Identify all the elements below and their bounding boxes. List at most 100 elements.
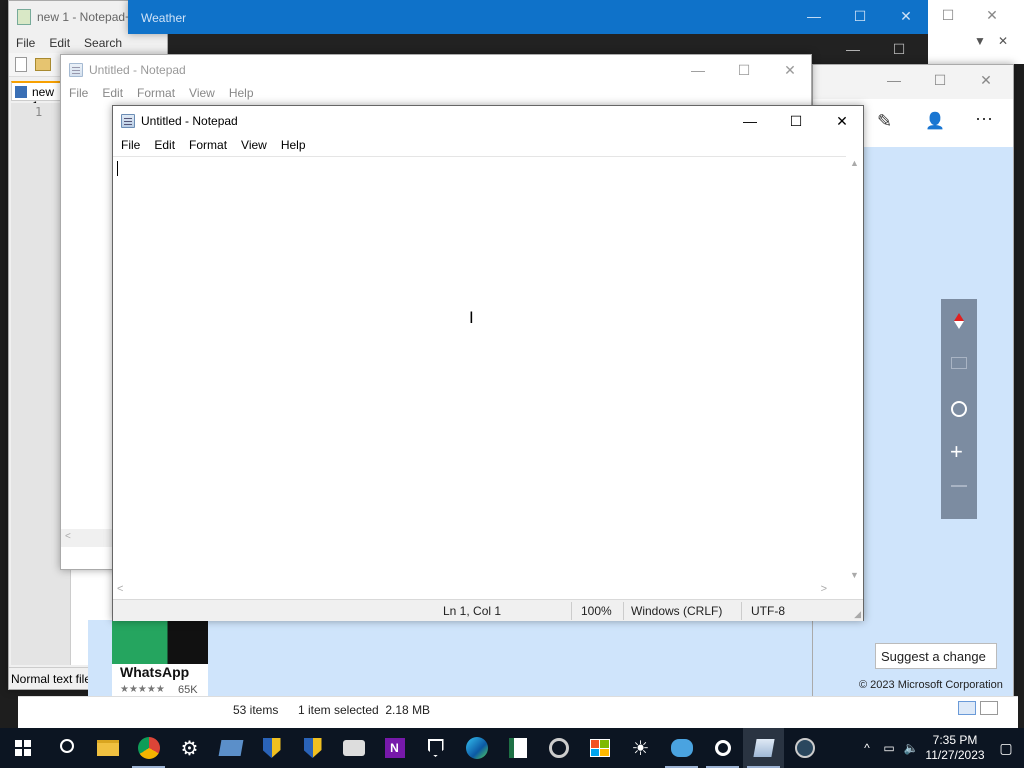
taskbar-edge[interactable] — [456, 728, 497, 768]
status-encoding: UTF-8 — [751, 604, 785, 618]
windows-logo-icon — [15, 740, 31, 756]
taskbar-sun[interactable]: ☀ — [620, 728, 661, 768]
notepad-hscroll[interactable]: < > — [113, 582, 847, 599]
notepad-back-menu-edit[interactable]: Edit — [95, 86, 130, 100]
taskbar-onenote[interactable]: N — [374, 728, 415, 768]
shield-icon — [303, 738, 322, 758]
zoom-out-icon[interactable] — [951, 485, 967, 487]
new-file-icon[interactable] — [15, 57, 27, 72]
chevron-up-icon[interactable]: ^ — [856, 741, 878, 755]
notepad-minimize-button[interactable]: — — [727, 106, 773, 136]
resize-grip-icon[interactable]: ◢ — [854, 609, 861, 620]
notification-icon[interactable]: ▢ — [988, 740, 1024, 757]
details-view-icon[interactable] — [958, 701, 976, 715]
compass-icon[interactable] — [954, 313, 964, 329]
notepad-back-menu-format[interactable]: Format — [130, 86, 182, 100]
grid-icon[interactable] — [951, 357, 967, 369]
photo-minimize-button[interactable]: — — [830, 34, 876, 64]
scroll-left-icon[interactable]: < — [117, 583, 123, 595]
zoom-in-icon[interactable]: + — [950, 439, 963, 465]
notepadpp-menu-edit[interactable]: Edit — [42, 36, 77, 50]
edge-icon — [465, 737, 488, 759]
taskbar-sheets[interactable] — [497, 728, 538, 768]
maps-titlebar[interactable]: — ☐ ✕ — [813, 65, 1013, 99]
notepad-back-menubar: File Edit Format View Help — [61, 83, 811, 103]
taskbar-record[interactable] — [538, 728, 579, 768]
outer-close-button[interactable]: ✕ — [972, 0, 1012, 30]
taskbar-settings[interactable]: ⚙ — [169, 728, 210, 768]
notepad-icon — [69, 63, 83, 77]
maps-close-button[interactable]: ✕ — [963, 65, 1009, 95]
notepad-menu-format[interactable]: Format — [182, 138, 234, 152]
taskbar-weather[interactable] — [661, 728, 702, 768]
app-name[interactable]: WhatsApp — [120, 664, 189, 680]
network-icon[interactable]: ▭ — [878, 741, 900, 755]
notepadpp-status-text: Normal text file — [11, 672, 92, 686]
taskbar-notepad[interactable] — [743, 728, 784, 768]
notepad-back-close-button[interactable]: ✕ — [767, 55, 813, 85]
explorer-item-count: 53 items — [233, 703, 279, 717]
weather-maximize-button[interactable]: ☐ — [837, 1, 883, 31]
locate-icon[interactable] — [951, 401, 967, 417]
taskbar-shield-2[interactable] — [292, 728, 333, 768]
taskbar-webcam[interactable] — [702, 728, 743, 768]
app-thumbnail[interactable] — [112, 620, 208, 664]
volume-icon[interactable]: 🔈 — [900, 741, 922, 755]
notepad-back-minimize-button[interactable]: — — [675, 55, 721, 85]
scroll-down-icon[interactable]: ▼ — [850, 570, 859, 580]
close-icon[interactable]: ✕ — [998, 34, 1008, 48]
taskbar: ⚙ N ☀ ^ ▭ 🔈 7:35 PM 11/27/2023 ▢ — [0, 728, 1024, 768]
gear-icon: ⚙ — [180, 737, 199, 760]
search-icon — [59, 739, 74, 753]
more-icon[interactable]: ⋯ — [975, 109, 993, 130]
notepadpp-menu-search[interactable]: Search — [77, 36, 129, 50]
start-button[interactable] — [0, 728, 46, 768]
taskbar-store[interactable] — [579, 728, 620, 768]
notepad-back-menu-help[interactable]: Help — [222, 86, 261, 100]
maps-minimize-button[interactable]: — — [871, 65, 917, 95]
taskbar-chrome[interactable] — [128, 728, 169, 768]
notepad-menu-view[interactable]: View — [234, 138, 274, 152]
maps-maximize-button[interactable]: ☐ — [917, 65, 963, 95]
notepad-icon — [752, 739, 775, 757]
notepad-close-button[interactable]: ✕ — [819, 106, 865, 136]
weather-close-button[interactable]: ✕ — [883, 1, 929, 31]
notepad-menu-file[interactable]: File — [114, 138, 147, 152]
notepad-vscroll[interactable]: ▲ ▼ — [846, 156, 863, 582]
webcam-icon — [714, 740, 731, 756]
open-file-icon[interactable] — [35, 58, 51, 71]
taskbar-defender[interactable] — [415, 728, 456, 768]
notepad-back-maximize-button[interactable]: ☐ — [721, 55, 767, 85]
notepad-back-hscroll[interactable]: < — [61, 529, 113, 547]
notepad-maximize-button[interactable]: ☐ — [773, 106, 819, 136]
taskbar-file-explorer[interactable] — [87, 728, 128, 768]
scroll-right-icon[interactable]: > — [821, 583, 827, 595]
chevron-down-icon[interactable]: ▼ — [974, 34, 986, 48]
camera-icon — [342, 740, 365, 756]
taskbar-app-5[interactable] — [210, 728, 251, 768]
person-add-icon[interactable]: 👤 — [925, 111, 945, 131]
photo-maximize-button[interactable]: ☐ — [876, 34, 922, 64]
notepadpp-tab[interactable]: new 1 — [11, 81, 61, 113]
notepadpp-menu-file[interactable]: File — [9, 36, 42, 50]
taskbar-shield[interactable] — [251, 728, 292, 768]
notepad-text-area[interactable] — [113, 156, 847, 582]
taskbar-camera[interactable] — [333, 728, 374, 768]
suggest-change-button[interactable]: Suggest a change — [875, 643, 997, 669]
notepad-back-menu-file[interactable]: File — [62, 86, 95, 100]
large-icons-view-icon[interactable] — [980, 701, 998, 715]
scroll-up-icon[interactable]: ▲ — [850, 158, 859, 168]
search-button[interactable] — [46, 728, 87, 768]
rating-count: 65K — [178, 684, 198, 696]
notepad-menu-edit[interactable]: Edit — [147, 138, 182, 152]
clock[interactable]: 7:35 PM 11/27/2023 — [922, 733, 988, 763]
pen-icon[interactable]: ✎ — [877, 111, 892, 132]
outer-maximize-button[interactable]: ☐ — [928, 0, 968, 30]
taskbar-steam[interactable] — [784, 728, 825, 768]
notepad-back-menu-view[interactable]: View — [182, 86, 222, 100]
weather-window: Weather — ☐ ✕ — [128, 0, 928, 34]
save-icon — [15, 86, 27, 98]
notepad-menu-help[interactable]: Help — [274, 138, 313, 152]
record-icon — [548, 738, 569, 758]
weather-minimize-button[interactable]: — — [791, 1, 837, 31]
